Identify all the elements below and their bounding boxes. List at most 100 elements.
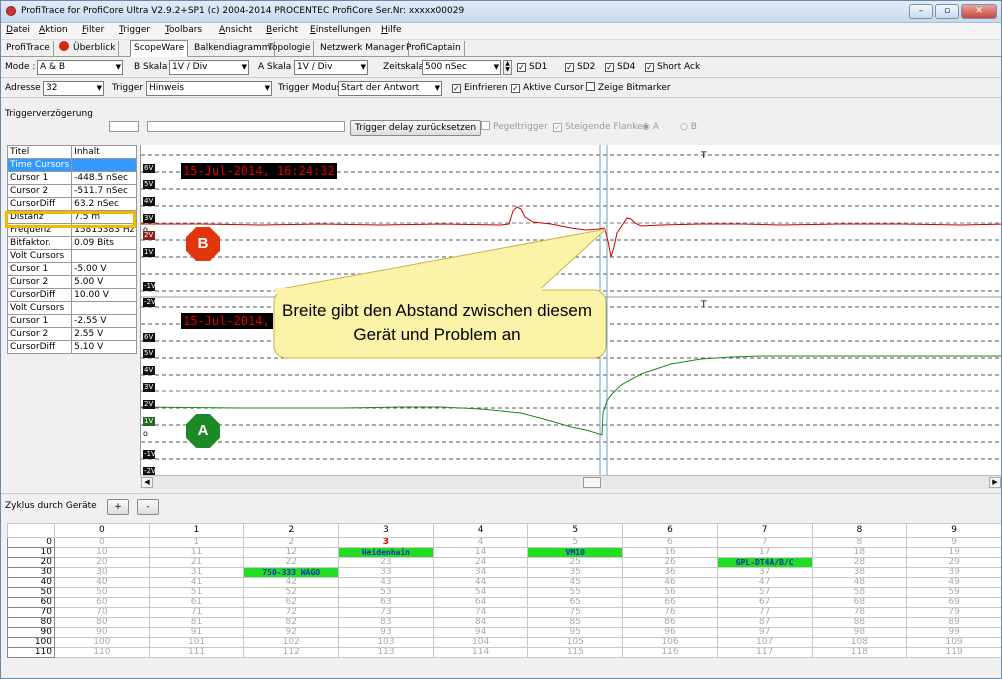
address-cell[interactable]: 63 [338,597,434,608]
askala-select[interactable]: 1V / Div [294,60,368,75]
address-cell[interactable]: 7 [716,537,813,548]
trigger-modus-select[interactable]: Start der Antwort [338,81,442,96]
address-cell[interactable]: 75 [527,607,624,618]
address-cell[interactable]: 80 [54,617,150,628]
address-cell[interactable]: 43 [338,577,434,588]
tab-balkendiagramm[interactable]: Balkendiagramm [191,41,275,57]
device-cell[interactable]: 750-333 WAGO [243,567,340,578]
einfrieren-checkbox[interactable]: ✓ Einfrieren [452,82,508,95]
address-cell[interactable]: 115 [527,647,624,658]
address-cell[interactable]: 116 [622,647,718,658]
address-cell[interactable]: 92 [243,627,340,638]
address-cell[interactable]: 101 [148,637,245,648]
address-cell[interactable]: 29 [906,557,1001,568]
address-cell[interactable]: 112 [243,647,340,658]
trigger-select[interactable]: Hinweis [146,81,272,96]
scope-scrollbar[interactable]: ◀ ▶ [140,475,1001,489]
address-cell[interactable]: 107 [716,637,813,648]
menu-filter[interactable]: Filter [82,25,104,35]
tab-profitrace[interactable]: ProfiTrace [3,41,54,57]
address-cell[interactable]: 1 [148,537,245,548]
address-cell[interactable]: 8 [811,537,908,548]
address-cell[interactable]: 70 [54,607,150,618]
address-cell[interactable]: 21 [148,557,245,568]
address-cell[interactable]: 5 [527,537,624,548]
address-cell[interactable]: 100 [54,637,150,648]
address-cell[interactable]: 99 [906,627,1001,638]
menu-aktion[interactable]: Aktion [39,25,68,35]
address-cell[interactable]: 47 [716,577,813,588]
address-cell[interactable]: 103 [338,637,434,648]
minimize-button[interactable]: – [909,4,933,19]
address-cell[interactable]: 61 [148,597,245,608]
mode-select[interactable]: A & B [37,60,123,75]
scroll-right-icon[interactable]: ▶ [989,477,1001,488]
device-cell[interactable]: GPL-DT4A/B/C [716,557,813,568]
address-cell[interactable]: 54 [432,587,529,598]
address-cell[interactable]: 22 [243,557,340,568]
address-cell[interactable]: 46 [622,577,718,588]
address-cell[interactable]: 111 [148,647,245,658]
address-cell[interactable]: 59 [906,587,1001,598]
properties-row[interactable]: Cursor 1 -2.55 V [6,314,138,328]
address-cell[interactable]: 38 [811,567,908,578]
properties-row[interactable]: Cursor 1 -448.5 nSec [6,171,138,185]
sd2-checkbox[interactable]: ✓ SD2 [565,61,595,74]
properties-row[interactable]: Cursor 2 2.55 V [6,327,138,341]
adresse-select[interactable]: 32 [43,81,104,96]
address-cell-highlight[interactable]: 3 [338,537,434,548]
address-cell[interactable]: 37 [716,567,813,578]
tab-topologie[interactable]: Topologie [265,41,315,57]
address-cell[interactable]: 6 [622,537,718,548]
scroll-left-icon[interactable]: ◀ [141,477,153,488]
address-cell[interactable]: 73 [338,607,434,618]
address-cell[interactable]: 102 [243,637,340,648]
address-cell[interactable]: 53 [338,587,434,598]
properties-row[interactable]: Time Cursors [6,158,138,172]
address-cell[interactable]: 87 [716,617,813,628]
address-cell[interactable]: 90 [54,627,150,638]
address-cell[interactable]: 16 [622,547,718,558]
menu-toolbars[interactable]: Toolbars [165,25,202,35]
address-cell[interactable]: 42 [243,577,340,588]
address-cell[interactable]: 57 [716,587,813,598]
address-cell[interactable]: 65 [527,597,624,608]
address-cell[interactable]: 18 [811,547,908,558]
address-cell[interactable]: 85 [527,617,624,628]
address-cell[interactable]: 35 [527,567,624,578]
address-cell[interactable]: 4 [432,537,529,548]
address-cell[interactable]: 68 [811,597,908,608]
aktive-cursor-checkbox[interactable]: ✓ Aktive Cursor [511,82,584,95]
address-cell[interactable]: 66 [622,597,718,608]
address-cell[interactable]: 95 [527,627,624,638]
menu-bericht[interactable]: Bericht [266,25,298,35]
address-cell[interactable]: 24 [432,557,529,568]
address-cell[interactable]: 72 [243,607,340,618]
properties-row[interactable]: Cursor 2 5.00 V [6,275,138,289]
address-cell[interactable]: 17 [716,547,813,558]
address-cell[interactable]: 71 [148,607,245,618]
address-cell[interactable]: 83 [338,617,434,628]
address-cell[interactable]: 117 [716,647,813,658]
address-cell[interactable]: 58 [811,587,908,598]
address-cell[interactable]: 86 [622,617,718,628]
address-cell[interactable]: 78 [811,607,908,618]
menu-hilfe[interactable]: Hilfe [381,25,402,35]
address-cell[interactable]: 79 [906,607,1001,618]
address-cell[interactable]: 56 [622,587,718,598]
menu-datei[interactable]: Datei [6,25,30,35]
address-cell[interactable]: 45 [527,577,624,588]
properties-row[interactable]: CursorDiff 63.2 nSec [6,197,138,211]
address-cell[interactable]: 91 [148,627,245,638]
bskala-select[interactable]: 1V / Div [169,60,249,75]
address-cell[interactable]: 34 [432,567,529,578]
zeitskala-select[interactable]: 500 nSec [422,60,501,75]
address-cell[interactable]: 51 [148,587,245,598]
address-cell[interactable]: 84 [432,617,529,628]
delay-field-small[interactable] [109,121,139,132]
radio-a[interactable]: ◉ A [642,121,659,134]
address-cell[interactable]: 49 [906,577,1001,588]
address-cell[interactable]: 11 [148,547,245,558]
address-cell[interactable]: 104 [432,637,529,648]
menu-ansicht[interactable]: Ansicht [219,25,252,35]
